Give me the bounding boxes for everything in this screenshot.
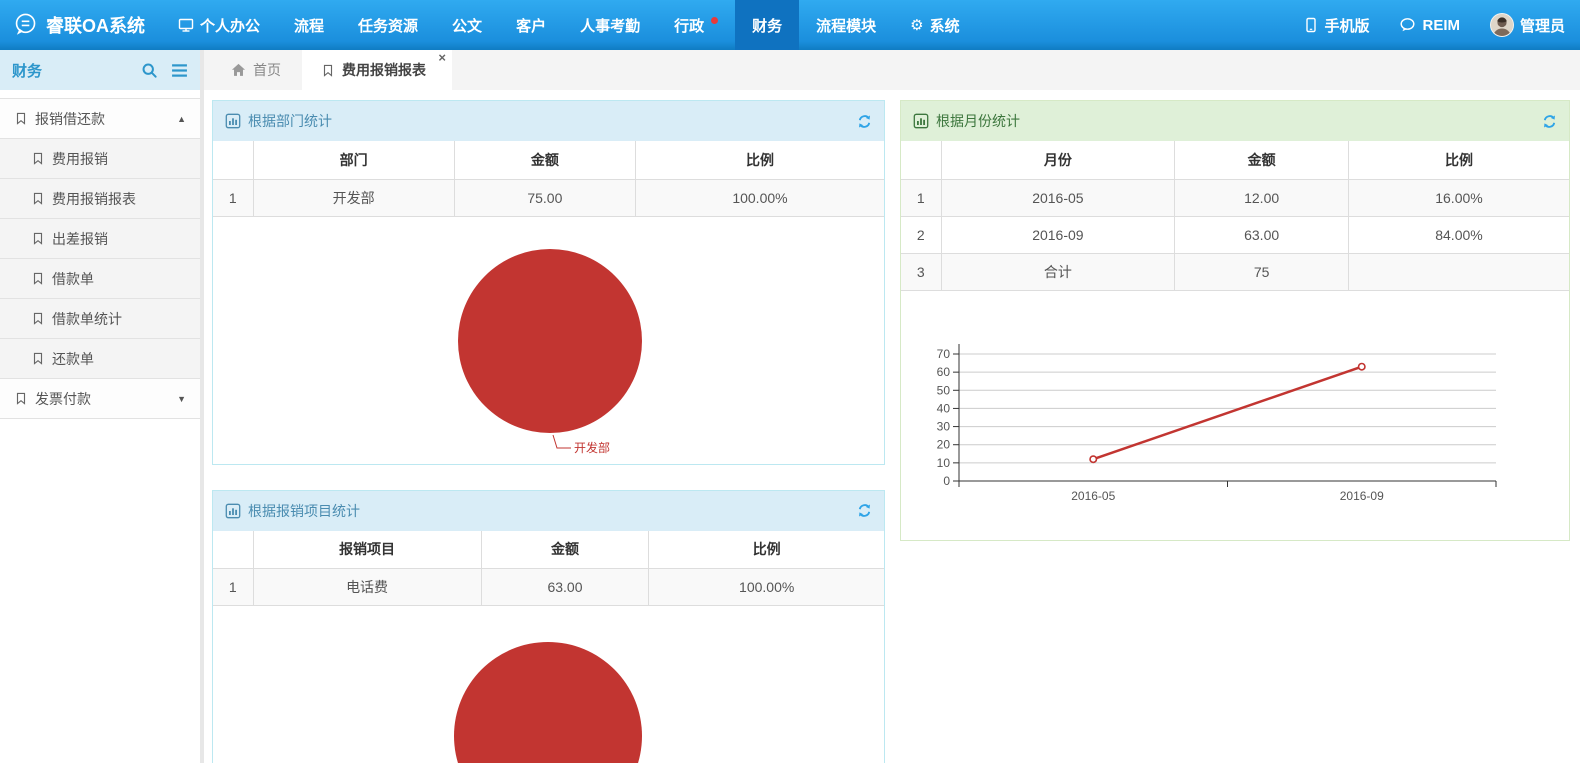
close-tab-icon[interactable]: × [438, 51, 446, 65]
bookmark-icon [31, 151, 45, 166]
table-row: 3 合计 75 [901, 253, 1569, 290]
refresh-icon[interactable] [1542, 114, 1557, 129]
table-header-row: 报销项目 金额 比例 [213, 531, 884, 569]
nav-item-workflow-module[interactable]: 流程模块 [799, 0, 893, 50]
line-chart-month: 0 10 20 30 40 50 60 70 2016-05 2016-09 [901, 291, 1569, 540]
sidebar-header: 财务 [0, 50, 200, 90]
svg-text:0: 0 [943, 474, 950, 488]
nav-item-finance[interactable]: 财务 [735, 0, 799, 50]
sidebar-item-expense-loan-group[interactable]: 报销借还款 ▲ [0, 99, 200, 139]
nav-item-personal-office[interactable]: 个人办公 [161, 0, 277, 50]
bar-chart-icon [225, 113, 241, 129]
search-icon[interactable] [141, 62, 158, 79]
tab-home[interactable]: 首页 [212, 50, 300, 90]
sidebar-item-loan-stats[interactable]: 借款单统计 [0, 299, 200, 339]
panel-month-stats: 根据月份统计 [900, 100, 1570, 541]
svg-text:开发部: 开发部 [574, 440, 610, 455]
reim-button[interactable]: REIM [1384, 0, 1475, 50]
table-header-row: 月份 金额 比例 [901, 141, 1569, 179]
finance-sidebar: 财务 [0, 50, 204, 763]
top-navbar: 睿联OA系统 个人办公 流程 任务资源 公文 客户 人事考勤 [0, 0, 1580, 50]
table-header-row: 部门 金额 比例 [213, 141, 884, 179]
svg-text:2016-05: 2016-05 [1071, 489, 1115, 503]
panel-title: 根据部门统计 [248, 111, 332, 131]
svg-text:10: 10 [937, 455, 951, 469]
panel-title: 根据报销项目统计 [248, 501, 360, 521]
table-row: 2 2016-09 63.00 84.00% [901, 216, 1569, 253]
monitor-icon [178, 17, 194, 33]
nav-item-hr-attendance[interactable]: 人事考勤 [563, 0, 657, 50]
tab-bar: 首页 费用报销报表 × [204, 50, 1580, 90]
nav-item-administration[interactable]: 行政 [657, 0, 735, 50]
sidebar-item-invoice-payment-group[interactable]: 发票付款 ▼ [0, 379, 200, 419]
sidebar-item-expense-report[interactable]: 费用报销报表 [0, 179, 200, 219]
panel-expense-item-stats: 根据报销项目统计 [212, 490, 885, 763]
svg-text:50: 50 [937, 383, 951, 397]
bar-chart-icon [913, 113, 929, 129]
svg-text:30: 30 [937, 419, 951, 433]
bookmark-icon [31, 231, 45, 246]
refresh-icon[interactable] [857, 114, 872, 129]
nav-item-workflow[interactable]: 流程 [277, 0, 341, 50]
home-icon [231, 63, 246, 77]
bookmark-icon [31, 271, 45, 286]
nav-item-task-resources[interactable]: 任务资源 [341, 0, 435, 50]
main-menu: 个人办公 流程 任务资源 公文 客户 人事考勤 行政 财务 流程模块 ⚙ 系统 [161, 0, 977, 50]
bar-chart-icon [225, 503, 241, 519]
avatar [1490, 13, 1514, 37]
bookmark-icon [14, 111, 28, 126]
phone-icon [1304, 17, 1318, 33]
table-row: 1 开发部 75.00 100.00% [213, 179, 884, 216]
bookmark-icon [31, 351, 45, 366]
bookmark-icon [31, 191, 45, 206]
admin-user-menu[interactable]: 管理员 [1475, 0, 1580, 50]
nav-item-system[interactable]: ⚙ 系统 [893, 0, 976, 50]
gear-icon: ⚙ [910, 16, 923, 34]
nav-item-customers[interactable]: 客户 [499, 0, 563, 50]
sidebar-item-travel-reimburse[interactable]: 出差报销 [0, 219, 200, 259]
bookmark-icon [31, 311, 45, 326]
notification-dot [711, 17, 718, 24]
panel-expense-item-heading: 根据报销项目统计 [213, 491, 884, 531]
department-table: 部门 金额 比例 1 开发部 75.00 100.00% [213, 141, 884, 217]
nav-item-documents[interactable]: 公文 [435, 0, 499, 50]
svg-text:70: 70 [937, 347, 951, 361]
expense-item-table: 报销项目 金额 比例 1 电话费 63.00 100.00% [213, 531, 884, 607]
hamburger-menu-icon[interactable] [171, 63, 188, 78]
sidebar-item-expense-reimburse[interactable]: 费用报销 [0, 139, 200, 179]
table-row: 1 2016-05 12.00 16.00% [901, 179, 1569, 216]
app-title: 睿联OA系统 [46, 12, 145, 38]
chat-bubble-logo-icon [12, 12, 38, 38]
bookmark-icon [321, 63, 335, 78]
pie-chart-department: 开发部 [213, 217, 884, 464]
svg-text:60: 60 [937, 365, 951, 379]
tab-expense-report[interactable]: 费用报销报表 × [302, 50, 452, 90]
bookmark-icon [14, 391, 28, 406]
svg-text:20: 20 [937, 437, 951, 451]
refresh-icon[interactable] [857, 503, 872, 518]
pie-chart-expense-item [213, 606, 884, 763]
sidebar-item-loan-form[interactable]: 借款单 [0, 259, 200, 299]
app-logo[interactable]: 睿联OA系统 [0, 0, 161, 50]
caret-down-icon: ▼ [177, 394, 186, 404]
month-table: 月份 金额 比例 1 2016-05 12.00 16.00% [901, 141, 1569, 291]
table-row: 1 电话费 63.00 100.00% [213, 569, 884, 606]
sidebar-item-repayment-form[interactable]: 还款单 [0, 339, 200, 379]
panel-department-stats: 根据部门统计 [212, 100, 885, 465]
chat-icon [1399, 17, 1416, 33]
navbar-right: 手机版 REIM 管理员 [1289, 0, 1580, 50]
caret-up-icon: ▲ [177, 114, 186, 124]
panel-department-heading: 根据部门统计 [213, 101, 884, 141]
panel-month-heading: 根据月份统计 [901, 101, 1569, 141]
sidebar-title: 财务 [12, 60, 42, 81]
svg-text:40: 40 [937, 401, 951, 415]
panel-title: 根据月份统计 [936, 111, 1020, 131]
sidebar-menu: 报销借还款 ▲ 费用报销 费用报销报表 出差报销 [0, 98, 200, 419]
svg-text:2016-09: 2016-09 [1340, 489, 1384, 503]
mobile-version-button[interactable]: 手机版 [1289, 0, 1384, 50]
